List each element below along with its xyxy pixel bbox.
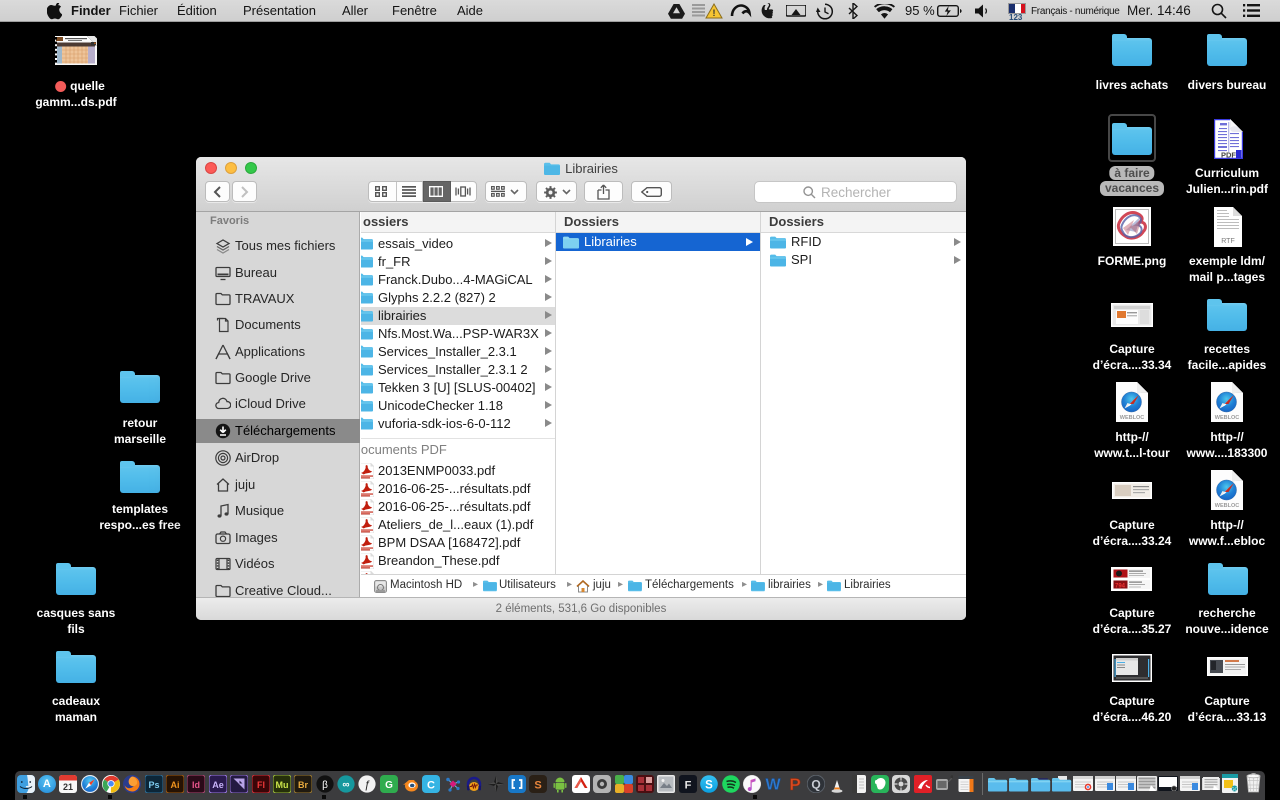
svg-text:G: G	[385, 780, 393, 791]
svg-text:Ai: Ai	[171, 780, 180, 790]
svg-text:P: P	[789, 775, 800, 793]
svg-text:S: S	[705, 780, 713, 792]
svg-text:Mu: Mu	[275, 780, 288, 790]
svg-text:Ps: Ps	[148, 780, 159, 790]
svg-text:Id: Id	[192, 780, 200, 790]
svg-text:GO: GO	[1231, 787, 1238, 792]
svg-text:Ae: Ae	[212, 780, 224, 790]
svg-text:C: C	[427, 780, 435, 792]
svg-text:∞: ∞	[342, 780, 349, 791]
svg-text:RTF: RTF	[1221, 238, 1234, 245]
svg-text:PDF: PDF	[1221, 151, 1236, 160]
svg-text:β: β	[322, 780, 328, 791]
svg-text:W: W	[766, 777, 782, 794]
svg-text:Q: Q	[811, 778, 820, 792]
svg-text:F: F	[684, 780, 691, 792]
svg-text:ƒ: ƒ	[364, 779, 370, 791]
svg-text:!: !	[713, 8, 716, 18]
svg-text:S: S	[535, 780, 542, 792]
svg-text:794: 794	[1115, 584, 1126, 590]
svg-text:21: 21	[63, 782, 73, 792]
svg-text:Fl: Fl	[257, 780, 265, 790]
svg-text:Br: Br	[298, 780, 308, 790]
